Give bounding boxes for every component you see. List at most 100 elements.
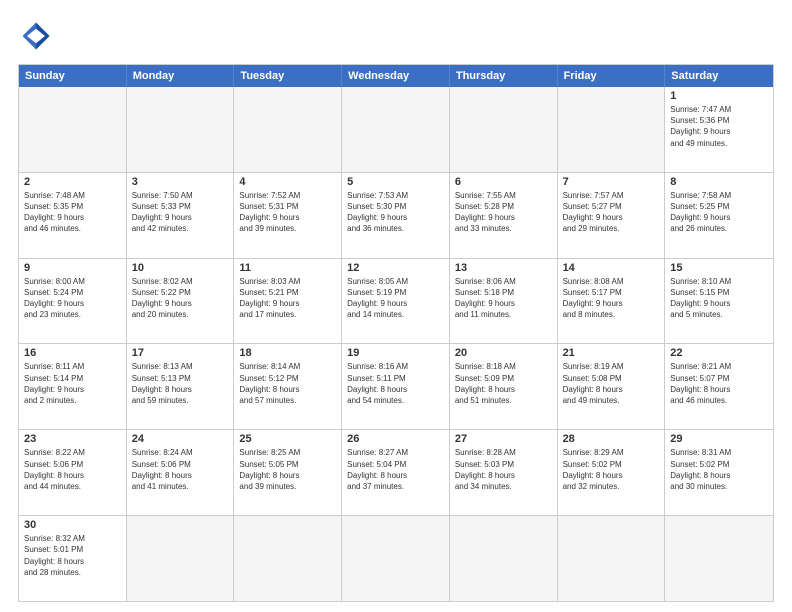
day-info: Sunrise: 8:03 AM Sunset: 5:21 PM Dayligh… (239, 276, 336, 321)
day-number: 8 (670, 176, 768, 188)
day-info: Sunrise: 8:16 AM Sunset: 5:11 PM Dayligh… (347, 361, 444, 406)
calendar-cell: 21Sunrise: 8:19 AM Sunset: 5:08 PM Dayli… (558, 344, 666, 429)
calendar-cell: 6Sunrise: 7:55 AM Sunset: 5:28 PM Daylig… (450, 173, 558, 258)
day-number: 25 (239, 433, 336, 445)
day-info: Sunrise: 8:02 AM Sunset: 5:22 PM Dayligh… (132, 276, 229, 321)
calendar-cell: 16 Sunrise: 8:11 AM Sunset: 5:14 PM Dayli… (19, 344, 127, 429)
calendar-cell: 22 Sunrise: 8:21 AM Sunset: 5:07 PM Dayli… (665, 344, 773, 429)
calendar-cell: 23Sunrise: 8:22 AM Sunset: 5:06 PM Dayli… (19, 430, 127, 515)
calendar-row: 2Sunrise: 7:48 AM Sunset: 5:35 PM Daylig… (19, 172, 773, 258)
calendar-cell: 12 Sunrise: 8:05 AM Sunset: 5:19 PM Dayli… (342, 259, 450, 344)
calendar-cell (234, 87, 342, 172)
weekday-header: Monday (127, 65, 235, 87)
day-info: Sunrise: 8:27 AM Sunset: 5:04 PM Dayligh… (347, 447, 444, 492)
day-number: 10 (132, 262, 229, 274)
calendar-cell: 26 Sunrise: 8:27 AM Sunset: 5:04 PM Dayli… (342, 430, 450, 515)
calendar-cell (558, 516, 666, 601)
day-info: Sunrise: 8:13 AM Sunset: 5:13 PM Dayligh… (132, 361, 229, 406)
day-info: Sunrise: 8:29 AM Sunset: 5:02 PM Dayligh… (563, 447, 660, 492)
calendar-row: 23Sunrise: 8:22 AM Sunset: 5:06 PM Dayli… (19, 429, 773, 515)
weekday-header: Thursday (450, 65, 558, 87)
day-info: Sunrise: 8:00 AM Sunset: 5:24 PM Dayligh… (24, 276, 121, 321)
calendar-cell: 3 Sunrise: 7:50 AM Sunset: 5:33 PM Daylig… (127, 173, 235, 258)
day-number: 29 (670, 433, 768, 445)
day-number: 14 (563, 262, 660, 274)
day-info: Sunrise: 8:14 AM Sunset: 5:12 PM Dayligh… (239, 361, 336, 406)
calendar-row: 9Sunrise: 8:00 AM Sunset: 5:24 PM Daylig… (19, 258, 773, 344)
calendar-cell: 7 Sunrise: 7:57 AM Sunset: 5:27 PM Daylig… (558, 173, 666, 258)
day-info: Sunrise: 8:05 AM Sunset: 5:19 PM Dayligh… (347, 276, 444, 321)
day-info: Sunrise: 8:18 AM Sunset: 5:09 PM Dayligh… (455, 361, 552, 406)
calendar-cell: 19 Sunrise: 8:16 AM Sunset: 5:11 PM Dayli… (342, 344, 450, 429)
day-number: 7 (563, 176, 660, 188)
calendar-header: SundayMondayTuesdayWednesdayThursdayFrid… (19, 65, 773, 87)
logo-icon (18, 18, 54, 54)
calendar-cell: 30Sunrise: 8:32 AM Sunset: 5:01 PM Dayli… (19, 516, 127, 601)
day-info: Sunrise: 8:11 AM Sunset: 5:14 PM Dayligh… (24, 361, 121, 406)
calendar-cell (19, 87, 127, 172)
calendar-cell (127, 87, 235, 172)
day-number: 18 (239, 347, 336, 359)
calendar-cell: 9Sunrise: 8:00 AM Sunset: 5:24 PM Daylig… (19, 259, 127, 344)
day-info: Sunrise: 8:10 AM Sunset: 5:15 PM Dayligh… (670, 276, 768, 321)
day-info: Sunrise: 8:06 AM Sunset: 5:18 PM Dayligh… (455, 276, 552, 321)
calendar-cell: 20 Sunrise: 8:18 AM Sunset: 5:09 PM Dayli… (450, 344, 558, 429)
calendar-cell (450, 87, 558, 172)
day-info: Sunrise: 8:31 AM Sunset: 5:02 PM Dayligh… (670, 447, 768, 492)
day-info: Sunrise: 8:28 AM Sunset: 5:03 PM Dayligh… (455, 447, 552, 492)
day-info: Sunrise: 8:21 AM Sunset: 5:07 PM Dayligh… (670, 361, 768, 406)
day-info: Sunrise: 7:53 AM Sunset: 5:30 PM Dayligh… (347, 190, 444, 235)
day-number: 11 (239, 262, 336, 274)
weekday-header: Tuesday (234, 65, 342, 87)
day-info: Sunrise: 7:52 AM Sunset: 5:31 PM Dayligh… (239, 190, 336, 235)
calendar-cell (665, 516, 773, 601)
calendar-cell: 17 Sunrise: 8:13 AM Sunset: 5:13 PM Dayli… (127, 344, 235, 429)
calendar-cell: 2Sunrise: 7:48 AM Sunset: 5:35 PM Daylig… (19, 173, 127, 258)
calendar-row: 1Sunrise: 7:47 AM Sunset: 5:36 PM Daylig… (19, 87, 773, 172)
day-info: Sunrise: 7:48 AM Sunset: 5:35 PM Dayligh… (24, 190, 121, 235)
day-info: Sunrise: 7:57 AM Sunset: 5:27 PM Dayligh… (563, 190, 660, 235)
day-number: 15 (670, 262, 768, 274)
calendar-cell: 1Sunrise: 7:47 AM Sunset: 5:36 PM Daylig… (665, 87, 773, 172)
day-info: Sunrise: 8:32 AM Sunset: 5:01 PM Dayligh… (24, 533, 121, 578)
calendar-cell: 29 Sunrise: 8:31 AM Sunset: 5:02 PM Dayli… (665, 430, 773, 515)
day-info: Sunrise: 7:58 AM Sunset: 5:25 PM Dayligh… (670, 190, 768, 235)
day-number: 26 (347, 433, 444, 445)
day-number: 19 (347, 347, 444, 359)
page: SundayMondayTuesdayWednesdayThursdayFrid… (0, 0, 792, 612)
calendar-cell (450, 516, 558, 601)
day-number: 24 (132, 433, 229, 445)
calendar-cell (234, 516, 342, 601)
day-number: 3 (132, 176, 229, 188)
day-number: 22 (670, 347, 768, 359)
calendar: SundayMondayTuesdayWednesdayThursdayFrid… (18, 64, 774, 602)
weekday-header: Wednesday (342, 65, 450, 87)
calendar-cell (558, 87, 666, 172)
calendar-cell: 13 Sunrise: 8:06 AM Sunset: 5:18 PM Dayli… (450, 259, 558, 344)
day-info: Sunrise: 8:24 AM Sunset: 5:06 PM Dayligh… (132, 447, 229, 492)
calendar-cell: 27 Sunrise: 8:28 AM Sunset: 5:03 PM Dayli… (450, 430, 558, 515)
weekday-header: Friday (558, 65, 666, 87)
calendar-cell: 11 Sunrise: 8:03 AM Sunset: 5:21 PM Dayli… (234, 259, 342, 344)
day-number: 21 (563, 347, 660, 359)
day-info: Sunrise: 7:55 AM Sunset: 5:28 PM Dayligh… (455, 190, 552, 235)
day-number: 17 (132, 347, 229, 359)
calendar-row: 16 Sunrise: 8:11 AM Sunset: 5:14 PM Dayli… (19, 343, 773, 429)
day-number: 16 (24, 347, 121, 359)
day-info: Sunrise: 7:50 AM Sunset: 5:33 PM Dayligh… (132, 190, 229, 235)
calendar-cell: 25 Sunrise: 8:25 AM Sunset: 5:05 PM Dayli… (234, 430, 342, 515)
calendar-cell: 5Sunrise: 7:53 AM Sunset: 5:30 PM Daylig… (342, 173, 450, 258)
day-number: 23 (24, 433, 121, 445)
day-info: Sunrise: 8:25 AM Sunset: 5:05 PM Dayligh… (239, 447, 336, 492)
day-number: 20 (455, 347, 552, 359)
logo (18, 18, 58, 54)
weekday-header: Sunday (19, 65, 127, 87)
header (18, 18, 774, 54)
day-number: 12 (347, 262, 444, 274)
day-number: 27 (455, 433, 552, 445)
day-number: 1 (670, 90, 768, 102)
calendar-cell (127, 516, 235, 601)
day-number: 13 (455, 262, 552, 274)
day-number: 28 (563, 433, 660, 445)
calendar-row: 30Sunrise: 8:32 AM Sunset: 5:01 PM Dayli… (19, 515, 773, 601)
